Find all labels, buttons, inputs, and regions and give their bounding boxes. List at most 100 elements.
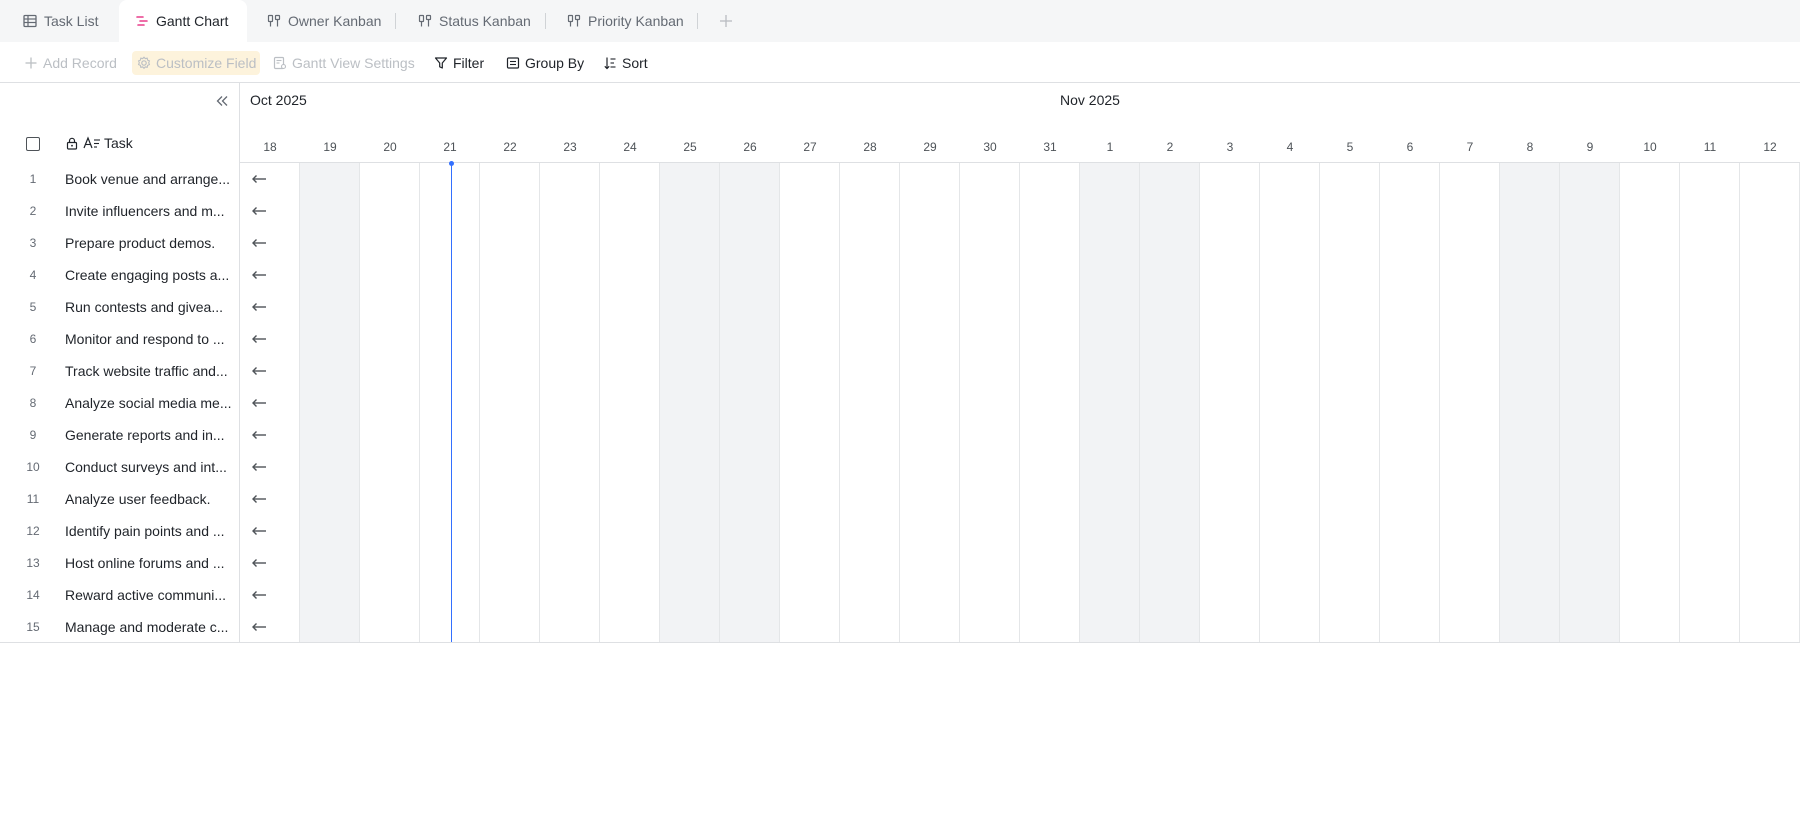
day-column[interactable] bbox=[1440, 163, 1500, 643]
table-row[interactable]: 13 Host online forums and ... bbox=[0, 547, 240, 579]
table-row[interactable]: 9 Generate reports and in... bbox=[0, 419, 240, 451]
arrow-left-icon[interactable] bbox=[250, 396, 268, 410]
day-label: 9 bbox=[1586, 140, 1594, 154]
table-row[interactable]: 4 Create engaging posts a... bbox=[0, 259, 240, 291]
table-row[interactable]: 7 Track website traffic and... bbox=[0, 355, 240, 387]
weekend-column[interactable] bbox=[1080, 163, 1140, 643]
task-title-cell[interactable]: Create engaging posts a... bbox=[65, 267, 233, 283]
day-column[interactable] bbox=[900, 163, 960, 643]
day-column[interactable] bbox=[840, 163, 900, 643]
tab-task-list[interactable]: Task List bbox=[22, 0, 98, 42]
row-number: 3 bbox=[29, 236, 37, 250]
day-column[interactable] bbox=[360, 163, 420, 643]
select-all-checkbox[interactable] bbox=[26, 137, 40, 151]
scroll-to-task-row bbox=[240, 387, 300, 419]
weekend-column[interactable] bbox=[300, 163, 360, 643]
task-title-cell[interactable]: Monitor and respond to ... bbox=[65, 331, 233, 347]
task-title-cell[interactable]: Manage and moderate c... bbox=[65, 619, 233, 635]
task-title-cell[interactable]: Host online forums and ... bbox=[65, 555, 233, 571]
day-label: 6 bbox=[1406, 140, 1414, 154]
add-view-button[interactable] bbox=[716, 11, 736, 31]
arrow-left-icon[interactable] bbox=[250, 588, 268, 602]
filter-icon bbox=[433, 55, 449, 71]
table-row[interactable]: 15 Manage and moderate c... bbox=[0, 611, 240, 643]
customize-field-button[interactable]: Customize Field bbox=[132, 51, 261, 75]
task-field-header[interactable]: Task bbox=[64, 131, 133, 155]
day-column[interactable] bbox=[1380, 163, 1440, 643]
arrow-left-icon[interactable] bbox=[250, 300, 268, 314]
arrow-left-icon[interactable] bbox=[250, 332, 268, 346]
arrow-left-icon[interactable] bbox=[250, 620, 268, 634]
table-row[interactable]: 12 Identify pain points and ... bbox=[0, 515, 240, 547]
sort-button[interactable]: Sort bbox=[602, 51, 648, 75]
table-row[interactable]: 1 Book venue and arrange... bbox=[0, 163, 240, 195]
day-column[interactable] bbox=[600, 163, 660, 643]
weekend-column[interactable] bbox=[1560, 163, 1620, 643]
table-row[interactable]: 5 Run contests and givea... bbox=[0, 291, 240, 323]
table-row[interactable]: 10 Conduct surveys and int... bbox=[0, 451, 240, 483]
task-title-cell[interactable]: Generate reports and in... bbox=[65, 427, 233, 443]
arrow-left-icon[interactable] bbox=[250, 460, 268, 474]
task-title-cell[interactable]: Track website traffic and... bbox=[65, 363, 233, 379]
group-by-button[interactable]: Group By bbox=[505, 51, 584, 75]
arrow-left-icon[interactable] bbox=[250, 492, 268, 506]
scroll-to-task-row bbox=[240, 611, 300, 643]
plus-icon bbox=[23, 55, 39, 71]
table-icon bbox=[22, 13, 38, 29]
day-column[interactable] bbox=[1200, 163, 1260, 643]
day-column[interactable] bbox=[960, 163, 1020, 643]
weekend-column[interactable] bbox=[1140, 163, 1200, 643]
day-column[interactable] bbox=[1620, 163, 1680, 643]
scroll-to-task-row bbox=[240, 579, 300, 611]
arrow-left-icon[interactable] bbox=[250, 204, 268, 218]
task-title-cell[interactable]: Conduct surveys and int... bbox=[65, 459, 233, 475]
view-toolbar: Add Record Customize Field Gantt View Se… bbox=[0, 42, 1800, 83]
scroll-to-task-row bbox=[240, 195, 300, 227]
day-column[interactable] bbox=[1320, 163, 1380, 643]
day-column[interactable] bbox=[420, 163, 480, 643]
tab-priority-kanban[interactable]: Priority Kanban bbox=[566, 0, 684, 42]
day-column[interactable] bbox=[1740, 163, 1800, 643]
table-row[interactable]: 3 Prepare product demos. bbox=[0, 227, 240, 259]
weekend-column[interactable] bbox=[720, 163, 780, 643]
task-title-cell[interactable]: Book venue and arrange... bbox=[65, 171, 233, 187]
plus-icon bbox=[720, 15, 732, 27]
task-title-cell[interactable]: Analyze user feedback. bbox=[65, 491, 233, 507]
day-column[interactable] bbox=[1680, 163, 1740, 643]
day-column[interactable] bbox=[1020, 163, 1080, 643]
day-label: 31 bbox=[1043, 140, 1057, 154]
tab-gantt-chart[interactable]: Gantt Chart bbox=[119, 0, 247, 42]
day-column[interactable] bbox=[780, 163, 840, 643]
collapse-grid-button[interactable] bbox=[212, 91, 232, 111]
task-title-cell[interactable]: Reward active communi... bbox=[65, 587, 233, 603]
add-record-button[interactable]: Add Record bbox=[23, 51, 117, 75]
task-title-cell[interactable]: Prepare product demos. bbox=[65, 235, 233, 251]
scroll-to-task-row bbox=[240, 323, 300, 355]
arrow-left-icon[interactable] bbox=[250, 172, 268, 186]
filter-button[interactable]: Filter bbox=[433, 51, 484, 75]
table-row[interactable]: 8 Analyze social media me... bbox=[0, 387, 240, 419]
arrow-left-icon[interactable] bbox=[250, 364, 268, 378]
table-row[interactable]: 11 Analyze user feedback. bbox=[0, 483, 240, 515]
day-column[interactable] bbox=[540, 163, 600, 643]
day-column[interactable] bbox=[480, 163, 540, 643]
arrow-left-icon[interactable] bbox=[250, 556, 268, 570]
gantt-view-settings-button[interactable]: Gantt View Settings bbox=[272, 51, 415, 75]
task-title-cell[interactable]: Analyze social media me... bbox=[65, 395, 233, 411]
day-column[interactable] bbox=[1260, 163, 1320, 643]
arrow-left-icon[interactable] bbox=[250, 268, 268, 282]
table-row[interactable]: 14 Reward active communi... bbox=[0, 579, 240, 611]
tab-owner-kanban[interactable]: Owner Kanban bbox=[266, 0, 381, 42]
arrow-left-icon[interactable] bbox=[250, 428, 268, 442]
tab-status-kanban[interactable]: Status Kanban bbox=[417, 0, 531, 42]
weekend-column[interactable] bbox=[660, 163, 720, 643]
arrow-left-icon[interactable] bbox=[250, 524, 268, 538]
table-row[interactable]: 6 Monitor and respond to ... bbox=[0, 323, 240, 355]
table-row[interactable]: 2 Invite influencers and m... bbox=[0, 195, 240, 227]
task-title-cell[interactable]: Invite influencers and m... bbox=[65, 203, 233, 219]
weekend-column[interactable] bbox=[1500, 163, 1560, 643]
timeline-header: Oct 2025 Nov 2025 18 19 20 21 22 23 24 25 26 27 28 29… bbox=[240, 83, 1800, 163]
task-title-cell[interactable]: Run contests and givea... bbox=[65, 299, 233, 315]
task-title-cell[interactable]: Identify pain points and ... bbox=[65, 523, 233, 539]
arrow-left-icon[interactable] bbox=[250, 236, 268, 250]
